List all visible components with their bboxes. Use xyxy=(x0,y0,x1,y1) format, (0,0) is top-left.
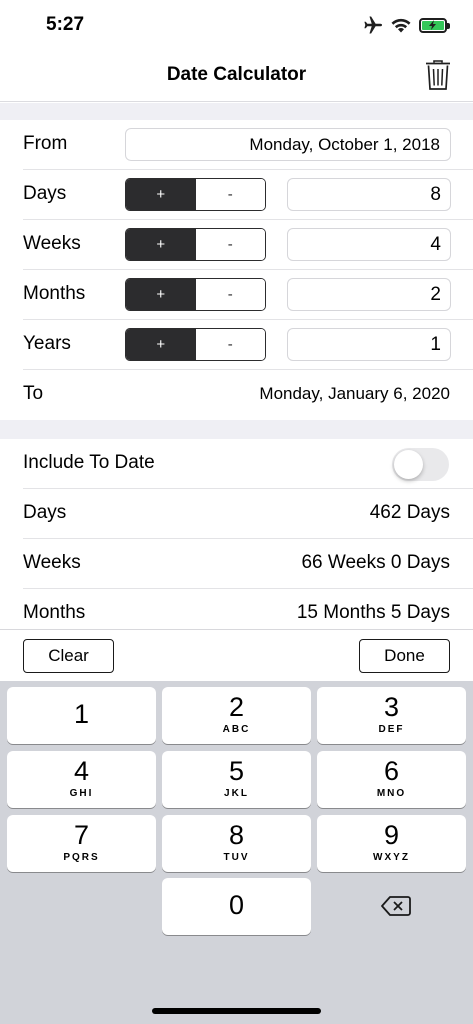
key-1[interactable]: 1 xyxy=(7,687,156,744)
section-gap xyxy=(0,103,473,120)
months-offset-row: Months + - 2 xyxy=(0,270,473,320)
to-date-value: Monday, January 6, 2020 xyxy=(259,384,450,403)
section-gap xyxy=(0,420,473,439)
page-title: Date Calculator xyxy=(166,64,307,85)
from-row: From Monday, October 1, 2018 xyxy=(0,120,473,170)
weeks-plus-button[interactable]: + xyxy=(126,229,196,260)
days-offset-row: Days + - 8 xyxy=(0,170,473,220)
trash-icon xyxy=(426,60,450,90)
key-3-number: 3 xyxy=(383,692,400,722)
to-row: To Monday, January 6, 2020 xyxy=(0,370,473,420)
key-7-number: 7 xyxy=(73,820,90,850)
key-5[interactable]: 5 JKL xyxy=(162,751,311,808)
key-8-letters: TUV xyxy=(223,852,250,863)
toggle-knob xyxy=(394,450,423,479)
days-plus-button[interactable]: + xyxy=(126,179,196,210)
status-bar: 5:27 xyxy=(0,0,473,50)
key-7[interactable]: 7 PQRS xyxy=(7,815,156,872)
key-9-number: 9 xyxy=(383,820,400,850)
key-6-number: 6 xyxy=(383,756,400,786)
years-plus-button[interactable]: + xyxy=(126,329,196,360)
done-button[interactable]: Done xyxy=(359,639,450,673)
weeks-sign-control: + - xyxy=(125,228,266,261)
include-to-date-toggle[interactable] xyxy=(392,448,449,481)
years-offset-label: Years xyxy=(23,333,71,354)
clear-button[interactable]: Clear xyxy=(23,639,114,673)
weeks-offset-input[interactable]: 4 xyxy=(287,228,451,261)
result-weeks-value: 66 Weeks 0 Days xyxy=(301,552,450,573)
key-5-letters: JKL xyxy=(224,788,249,799)
days-sign-control: + - xyxy=(125,178,266,211)
status-time: 5:27 xyxy=(46,14,85,35)
key-4[interactable]: 4 GHI xyxy=(7,751,156,808)
key-3[interactable]: 3 DEF xyxy=(317,687,466,744)
days-offset-label: Days xyxy=(23,183,67,204)
result-months-label: Months xyxy=(23,602,86,623)
result-months-value: 15 Months 5 Days xyxy=(296,602,450,623)
result-weeks-label: Weeks xyxy=(23,552,81,573)
airplane-icon xyxy=(364,16,382,34)
key-5-number: 5 xyxy=(228,756,245,786)
days-minus-button[interactable]: - xyxy=(195,179,265,210)
key-0-number: 0 xyxy=(228,890,245,920)
delete-backspace-icon[interactable] xyxy=(380,894,412,918)
key-7-letters: PQRS xyxy=(63,852,100,863)
key-8[interactable]: 8 TUV xyxy=(162,815,311,872)
weeks-offset-row: Weeks + - 4 xyxy=(0,220,473,270)
key-2-number: 2 xyxy=(228,692,245,722)
weeks-offset-label: Weeks xyxy=(23,233,81,254)
include-to-date-row: Include To Date xyxy=(0,439,473,489)
include-to-date-label: Include To Date xyxy=(23,452,155,473)
key-4-number: 4 xyxy=(73,756,90,786)
key-0[interactable]: 0 xyxy=(162,878,311,935)
from-date-field[interactable]: Monday, October 1, 2018 xyxy=(125,128,451,161)
years-offset-input[interactable]: 1 xyxy=(287,328,451,361)
trash-button[interactable] xyxy=(425,59,451,91)
key-9-letters: WXYZ xyxy=(373,852,410,863)
months-plus-button[interactable]: + xyxy=(126,279,196,310)
years-offset-row: Years + - 1 xyxy=(0,320,473,370)
from-label: From xyxy=(23,133,68,154)
home-indicator xyxy=(152,1008,321,1014)
to-label: To xyxy=(23,383,44,404)
months-sign-control: + - xyxy=(125,278,266,311)
years-minus-button[interactable]: - xyxy=(195,329,265,360)
key-6-letters: MNO xyxy=(376,788,407,799)
key-1-number: 1 xyxy=(73,699,90,729)
result-days-row: Days 462 Days xyxy=(0,489,473,539)
nav-bar: Date Calculator xyxy=(0,50,473,102)
result-days-value: 462 Days xyxy=(369,502,450,523)
number-keypad: 1 2 ABC 3 DEF 4 GHI 5 JKL 6 MNO 7 PQRS 8… xyxy=(0,681,473,1024)
key-4-letters: GHI xyxy=(69,788,94,799)
years-sign-control: + - xyxy=(125,328,266,361)
status-icons xyxy=(363,16,450,34)
weeks-minus-button[interactable]: - xyxy=(195,229,265,260)
months-minus-button[interactable]: - xyxy=(195,279,265,310)
result-weeks-row: Weeks 66 Weeks 0 Days xyxy=(0,539,473,589)
months-offset-input[interactable]: 2 xyxy=(287,278,451,311)
result-days-label: Days xyxy=(23,502,67,523)
key-9[interactable]: 9 WXYZ xyxy=(317,815,466,872)
key-8-number: 8 xyxy=(228,820,245,850)
battery-charging-icon xyxy=(419,17,450,33)
key-3-letters: DEF xyxy=(378,724,405,735)
key-2-letters: ABC xyxy=(222,724,251,735)
wifi-icon xyxy=(391,18,411,32)
keyboard-toolbar: Clear Done xyxy=(0,629,473,681)
key-2[interactable]: 2 ABC xyxy=(162,687,311,744)
key-6[interactable]: 6 MNO xyxy=(317,751,466,808)
days-offset-input[interactable]: 8 xyxy=(287,178,451,211)
months-offset-label: Months xyxy=(23,283,86,304)
